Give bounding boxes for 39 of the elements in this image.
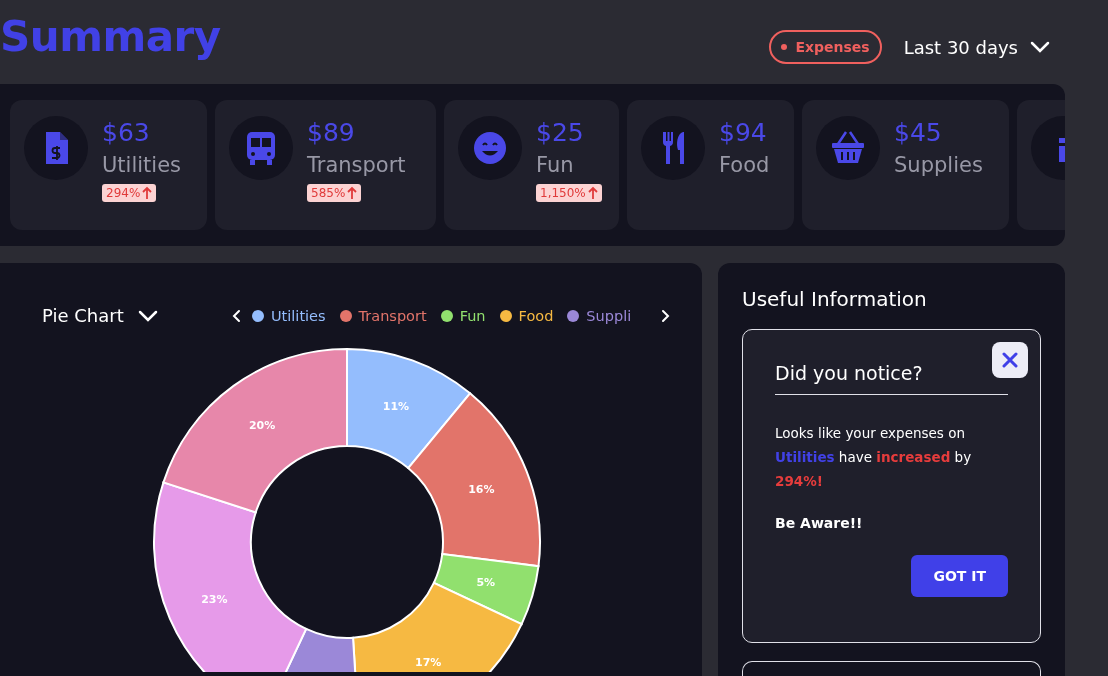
stat-amount: $89 (307, 117, 355, 149)
change-badge: 294% (102, 184, 157, 202)
panel-title: Useful Information (742, 287, 928, 311)
notice-message: Looks like your expenses on Utilities have increased by 294%! (775, 424, 973, 491)
chevron-left-icon[interactable] (232, 308, 242, 323)
expenses-filter-tag[interactable]: Expenses (769, 30, 882, 64)
stat-amount: $94 (719, 117, 767, 149)
slice-label: 16% (468, 482, 495, 496)
legend-item[interactable]: Fun (440, 307, 486, 324)
got-it-button[interactable]: GOT IT (911, 555, 1008, 597)
stat-label: Transport (307, 152, 406, 179)
notice-title: Did you notice? (775, 362, 1008, 395)
chevron-down-icon (1030, 41, 1050, 53)
stat-label: Fun (536, 152, 574, 179)
change-badge: 1,150% (536, 184, 602, 202)
stat-label: Food (719, 152, 770, 179)
slice-label: 17% (415, 655, 442, 669)
chevron-right-icon[interactable] (660, 308, 670, 323)
stat-amount: $25 (536, 117, 584, 149)
chart-type-dropdown[interactable]: Pie Chart (42, 305, 158, 326)
legend-item[interactable]: Transport (339, 307, 427, 324)
close-button[interactable] (992, 342, 1028, 378)
stat-label: Utilities (102, 152, 182, 179)
close-icon (1001, 351, 1019, 369)
legend-item[interactable]: Suppli (567, 307, 632, 324)
change-badge: 585% (307, 184, 362, 202)
stat-amount: $45 (894, 117, 942, 149)
slice-label: 11% (382, 400, 410, 414)
legend-item[interactable]: Utilities (252, 307, 326, 324)
slice-label: 5% (476, 576, 496, 590)
chevron-down-icon (137, 309, 158, 322)
notice-emphasis: Be Aware!! (775, 515, 864, 531)
date-range-dropdown[interactable]: Last 30 days (903, 36, 1050, 58)
stat-label: Supplies (894, 152, 983, 179)
stat-amount: $63 (102, 117, 150, 149)
slice-label: 23% (201, 593, 228, 607)
page-title: Summary (0, 11, 221, 61)
legend-item[interactable]: Food (499, 307, 554, 324)
slice-label: 20% (248, 419, 276, 433)
